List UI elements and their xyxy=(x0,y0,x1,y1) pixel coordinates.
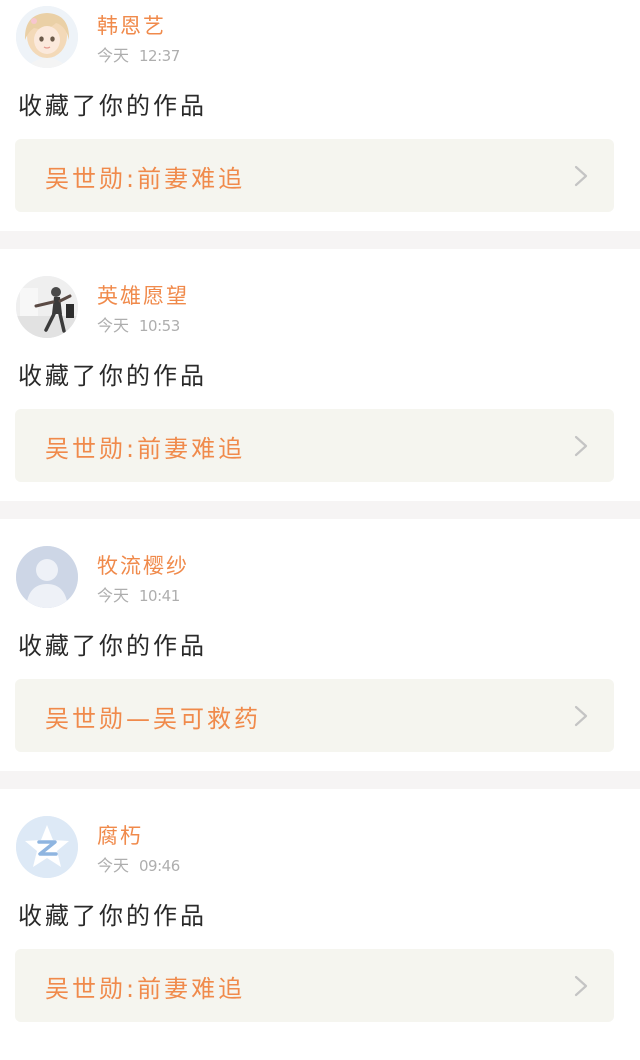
timestamp-time: 12:37 xyxy=(139,47,180,65)
username[interactable]: 韩恩艺 xyxy=(97,10,166,40)
z-logo-avatar-icon xyxy=(16,816,78,878)
timestamp-day: 今天 xyxy=(97,586,130,605)
notification-feed: 韩恩艺 今天 12:37 收藏了你的作品 吴世勋:前妻难追 英雄愿望 今天 10… xyxy=(0,0,640,1060)
avatar[interactable] xyxy=(16,546,78,608)
timestamp: 今天 09:46 xyxy=(97,852,180,876)
avatar[interactable] xyxy=(16,6,78,68)
chevron-right-icon xyxy=(574,165,588,187)
chevron-right-icon xyxy=(574,435,588,457)
timestamp: 今天 10:41 xyxy=(97,582,180,606)
chevron-right-icon xyxy=(574,975,588,997)
username[interactable]: 英雄愿望 xyxy=(97,280,189,310)
separator xyxy=(0,231,640,249)
timestamp-day: 今天 xyxy=(97,46,130,65)
default-user-avatar-icon xyxy=(16,546,78,608)
timestamp-time: 10:41 xyxy=(139,587,180,605)
timestamp-day: 今天 xyxy=(97,316,130,335)
timestamp: 今天 12:37 xyxy=(97,42,180,66)
notification-item: 韩恩艺 今天 12:37 收藏了你的作品 吴世勋:前妻难追 xyxy=(0,0,640,250)
avatar[interactable] xyxy=(16,816,78,878)
action-text: 收藏了你的作品 xyxy=(18,632,207,660)
separator xyxy=(0,771,640,789)
work-link-card[interactable]: 吴世勋—吴可救药 xyxy=(15,679,614,752)
notification-item: 牧流樱纱 今天 10:41 收藏了你的作品 吴世勋—吴可救药 xyxy=(0,540,640,790)
anime-girl-avatar-icon xyxy=(16,6,78,68)
notification-item: 腐朽 今天 09:46 收藏了你的作品 吴世勋:前妻难追 xyxy=(0,810,640,1060)
action-text: 收藏了你的作品 xyxy=(18,92,207,120)
timestamp-time: 09:46 xyxy=(139,857,180,875)
work-title: 吴世勋:前妻难追 xyxy=(45,975,246,1003)
work-title: 吴世勋:前妻难追 xyxy=(45,165,246,193)
work-link-card[interactable]: 吴世勋:前妻难追 xyxy=(15,409,614,482)
dancer-photo-avatar-icon xyxy=(16,276,78,338)
notification-item: 英雄愿望 今天 10:53 收藏了你的作品 吴世勋:前妻难追 xyxy=(0,270,640,520)
timestamp-day: 今天 xyxy=(97,856,130,875)
timestamp-time: 10:53 xyxy=(139,317,180,335)
work-title: 吴世勋—吴可救药 xyxy=(45,705,261,733)
work-link-card[interactable]: 吴世勋:前妻难追 xyxy=(15,139,614,212)
username[interactable]: 腐朽 xyxy=(97,820,143,850)
separator xyxy=(0,501,640,519)
timestamp: 今天 10:53 xyxy=(97,312,180,336)
chevron-right-icon xyxy=(574,705,588,727)
avatar[interactable] xyxy=(16,276,78,338)
work-link-card[interactable]: 吴世勋:前妻难追 xyxy=(15,949,614,1022)
username[interactable]: 牧流樱纱 xyxy=(97,550,189,580)
work-title: 吴世勋:前妻难追 xyxy=(45,435,246,463)
action-text: 收藏了你的作品 xyxy=(18,362,207,390)
action-text: 收藏了你的作品 xyxy=(18,902,207,930)
